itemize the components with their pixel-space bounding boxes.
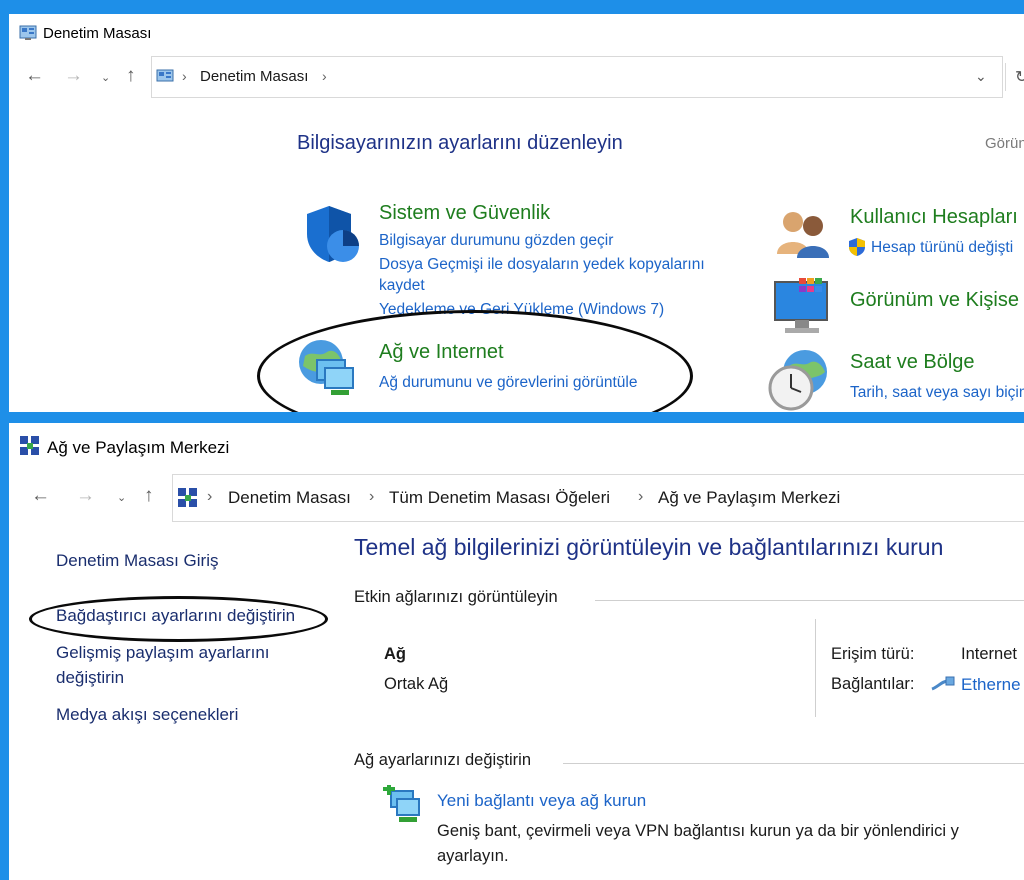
access-type-label: Erişim türü:: [831, 645, 915, 663]
active-networks-label: Etkin ağlarınızı görüntüleyin: [354, 588, 558, 606]
breadcrumb-item[interactable]: Tüm Denetim Masası Öğeleri: [389, 488, 610, 508]
breadcrumb-separator-icon: ›: [182, 68, 187, 84]
forward-arrow-icon[interactable]: →: [76, 485, 95, 507]
appearance-monitor-icon[interactable]: [773, 276, 833, 336]
window-title: Denetim Masası: [43, 25, 152, 42]
appearance-title[interactable]: Görünüm ve Kişise: [850, 289, 1019, 312]
connections-label: Bağlantılar:: [831, 675, 915, 693]
annotation-ellipse: [257, 310, 693, 412]
system-security-title[interactable]: Sistem ve Güvenlik: [379, 202, 550, 225]
shield-icon[interactable]: [299, 202, 361, 266]
section-divider: [595, 600, 1024, 601]
users-link-change-account-type[interactable]: Hesap türünü değişti: [871, 237, 1013, 258]
network-name: Ağ: [384, 645, 406, 663]
new-connection-icon: [383, 785, 420, 822]
page-heading: Temel ağ bilgilerinizi görüntüleyin ve b…: [354, 534, 944, 560]
breadcrumb-item[interactable]: Denetim Masası: [200, 68, 308, 85]
network-type[interactable]: Ortak Ağ: [384, 675, 448, 694]
access-type-value: Internet: [961, 645, 1017, 663]
annotation-ellipse: [29, 596, 328, 642]
section-divider: [563, 763, 1024, 764]
ethernet-cable-icon: [931, 676, 955, 691]
sidebar-item-media-streaming[interactable]: Medya akışı seçenekleri: [56, 705, 238, 725]
breadcrumb-item[interactable]: Ağ ve Paylaşım Merkezi: [658, 488, 840, 508]
network-sharing-icon: [20, 436, 39, 455]
control-panel-icon: [156, 69, 174, 82]
address-bar[interactable]: › Denetim Masası › ⌄: [151, 56, 1003, 98]
recent-locations-chevron-icon[interactable]: ⌄: [117, 491, 126, 504]
breadcrumb-separator-icon[interactable]: ›: [638, 488, 643, 506]
change-settings-label: Ağ ayarlarınızı değiştirin: [354, 751, 531, 769]
clock-globe-icon[interactable]: [767, 348, 833, 412]
window-title: Ağ ve Paylaşım Merkezi: [47, 438, 230, 457]
control-panel-window: Denetim Masası ← → ⌄ ↑ › Denetim Masası …: [9, 14, 1024, 412]
page-heading: Bilgisayarınızın ayarlarını düzenleyin: [297, 132, 623, 154]
uac-shield-icon: [849, 238, 865, 256]
new-connection-description: Geniş bant, çevirmeli veya VPN bağlantıs…: [437, 822, 959, 840]
refresh-icon[interactable]: ↻: [1015, 67, 1024, 87]
clock-region-title[interactable]: Saat ve Bölge: [850, 351, 975, 374]
breadcrumb-separator-icon[interactable]: ›: [369, 488, 374, 506]
control-panel-icon: [19, 25, 37, 40]
network-sharing-center-window: Ağ ve Paylaşım Merkezi ← → ⌄ ↑ › Denetim…: [9, 423, 1024, 880]
sidebar-item-control-panel-home[interactable]: Denetim Masası Giriş: [56, 551, 218, 571]
divider: [1005, 63, 1006, 91]
sidebar-item-advanced-sharing[interactable]: Gelişmiş paylaşım ayarlarını: [56, 643, 270, 663]
clock-link-date-format[interactable]: Tarih, saat veya sayı biçim: [850, 382, 1024, 403]
system-link-file-history-cont[interactable]: kaydet: [379, 275, 425, 296]
system-link-file-history[interactable]: Dosya Geçmişi ile dosyaların yedek kopya…: [379, 254, 705, 275]
breadcrumb-separator-icon[interactable]: ›: [322, 68, 327, 84]
recent-locations-chevron-icon[interactable]: ⌄: [101, 71, 110, 84]
breadcrumb-item[interactable]: Denetim Masası: [228, 488, 351, 508]
system-link-review-status[interactable]: Bilgisayar durumunu gözden geçir: [379, 230, 613, 251]
user-accounts-icon[interactable]: [773, 208, 833, 260]
user-accounts-title[interactable]: Kullanıcı Hesapları: [850, 206, 1018, 229]
ethernet-connection-link[interactable]: Etherne: [961, 675, 1021, 695]
new-connection-link[interactable]: Yeni bağlantı veya ağ kurun: [437, 791, 646, 811]
up-arrow-icon[interactable]: ↑: [144, 485, 154, 507]
address-bar[interactable]: › Denetim Masası › Tüm Denetim Masası Öğ…: [172, 474, 1024, 522]
address-dropdown-icon[interactable]: ⌄: [975, 68, 987, 85]
vertical-divider: [815, 619, 816, 717]
network-sharing-icon: [178, 488, 197, 507]
new-connection-description-cont: ayarlayın.: [437, 847, 509, 865]
up-arrow-icon[interactable]: ↑: [126, 65, 136, 87]
breadcrumb-separator-icon: ›: [207, 488, 213, 505]
view-by-label: Görün: [985, 135, 1024, 152]
forward-arrow-icon[interactable]: →: [64, 65, 83, 87]
sidebar-item-advanced-sharing-cont[interactable]: değiştirin: [56, 668, 124, 688]
back-arrow-icon[interactable]: ←: [31, 485, 50, 507]
back-arrow-icon[interactable]: ←: [25, 65, 44, 87]
